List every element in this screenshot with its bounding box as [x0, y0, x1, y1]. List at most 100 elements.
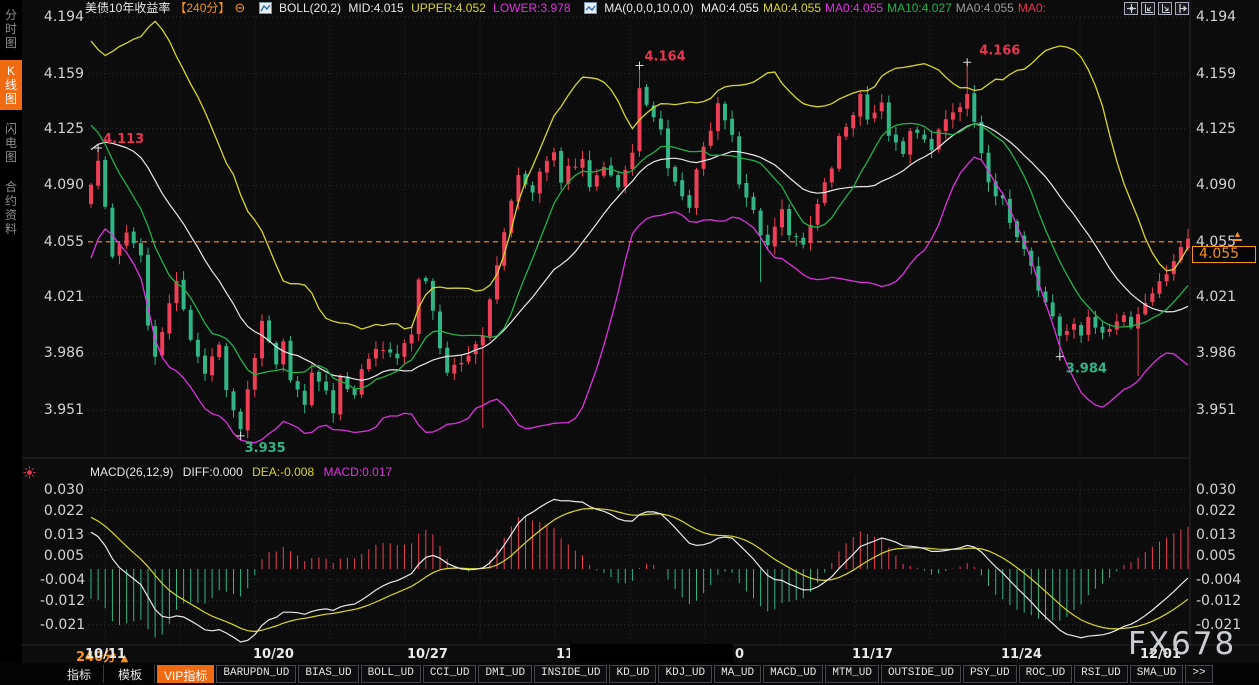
date-label: 11/24	[1001, 647, 1042, 662]
chart-toolbar	[1124, 2, 1189, 15]
macd-diff-value: DIFF:0.000	[183, 465, 243, 479]
tab-KDJ_UD[interactable]: KDJ_UD	[658, 665, 712, 683]
boll-name: BOLL(20,2)	[279, 1, 341, 15]
macd-header: MACD(26,12,9) DIFF:0.000 DEA:-0.008 MACD…	[90, 465, 398, 479]
axis-tick: 3.951	[40, 402, 84, 418]
shift-right-icon[interactable]	[1175, 2, 1189, 15]
axis-tick: 4.021	[1196, 289, 1236, 305]
tab-指标[interactable]: 指标	[55, 665, 104, 683]
sidebar-item-K线图[interactable]: K线图	[0, 60, 22, 110]
macd-dea-value: DEA:-0.008	[252, 465, 314, 479]
axis-tick: 4.055	[40, 234, 84, 250]
sidebar: 分时图 K线图闪电图合约资料	[0, 0, 22, 685]
collapse-icon[interactable]: ⊖	[234, 0, 245, 15]
svg-text:3.935: 3.935	[245, 441, 286, 456]
boll-lower-line	[91, 157, 1188, 443]
tab-模板[interactable]: 模板	[106, 665, 155, 683]
tab-VIP指标[interactable]: VIP指标	[157, 665, 214, 683]
svg-text:4.164: 4.164	[645, 50, 686, 65]
ma-name: MA(0,0,0,10,0,0)	[604, 1, 693, 15]
tab-BIAS_UD[interactable]: BIAS_UD	[298, 665, 358, 683]
axis-tick: 0.022	[40, 503, 84, 519]
svg-text:3.984: 3.984	[1066, 362, 1107, 377]
axis-tick: 3.986	[40, 345, 84, 361]
tab-MA_UD[interactable]: MA_UD	[714, 665, 761, 683]
axis-tick: 4.194	[40, 9, 84, 25]
candles	[89, 62, 1190, 438]
ma-value: MA10:4.027	[887, 1, 952, 15]
axis-tick: 4.090	[1196, 177, 1236, 193]
tab-CCI_UD[interactable]: CCI_UD	[423, 665, 477, 683]
tab-INSIDE_UD[interactable]: INSIDE_UD	[534, 665, 607, 683]
axis-tick: -0.004	[40, 572, 84, 588]
macd-name: MACD(26,12,9)	[90, 465, 173, 479]
tab-ROC_UD[interactable]: ROC_UD	[1019, 665, 1073, 683]
axis-tick: 0.013	[40, 527, 84, 543]
axis-tick: 4.090	[40, 177, 84, 193]
ma10-line	[91, 123, 1188, 389]
redaction-box	[570, 644, 733, 664]
trading-app-window: 4.113 3.935 4.164 4.166 3.984 美债10年收益率【240分】…	[0, 0, 1259, 685]
svg-text:4.166: 4.166	[979, 43, 1020, 58]
sidebar-item-合约资料[interactable]: 合约资料	[0, 176, 22, 240]
x-axis-row: 240分 ▲ 10/1110/2010/2711011/1711/2412/01	[0, 646, 1259, 663]
instrument-title: 美债10年收益率	[85, 1, 170, 15]
ma-value: MA0:4.055	[701, 1, 759, 15]
axis-tick: 0.022	[1196, 503, 1236, 519]
axis-tick: 4.159	[1196, 66, 1236, 82]
ma-value: MA0:	[1018, 1, 1046, 15]
watermark: FX678	[1128, 626, 1236, 662]
tab-BOLL_UD[interactable]: BOLL_UD	[361, 665, 421, 683]
axis-tick: -0.004	[1196, 572, 1241, 588]
svg-text:4.113: 4.113	[103, 132, 144, 147]
current-price-tag: 4.055	[1192, 246, 1256, 263]
red-dot-icon	[23, 466, 36, 484]
tab-SMA_UD[interactable]: SMA_UD	[1130, 665, 1184, 683]
macd-macd-value: MACD:0.017	[323, 465, 392, 479]
axis-tick: 4.194	[1196, 9, 1236, 25]
axis-tick: 0.030	[1196, 482, 1236, 498]
axis-tick: 0.013	[1196, 527, 1236, 543]
tab-PSY_UD[interactable]: PSY_UD	[963, 665, 1017, 683]
tab-KD_UD[interactable]: KD_UD	[609, 665, 656, 683]
chart-canvas[interactable]: 4.113 3.935 4.164 4.166 3.984	[0, 0, 1259, 685]
axis-tick: -0.021	[40, 617, 84, 633]
ma-values: MA0:4.055 MA0:4.055 MA0:4.055 MA10:4.027 MA0…	[701, 1, 1050, 15]
axis-tick: 0.005	[40, 548, 84, 564]
macd-dea-line	[91, 509, 1188, 632]
date-label: 10/27	[407, 647, 448, 662]
sidebar-item-分时图[interactable]: 分时图	[0, 4, 22, 54]
boll-lower: LOWER:3.978	[493, 1, 570, 15]
tab->>[interactable]: >>	[1185, 665, 1212, 683]
boll-upper: UPPER:4.052	[411, 1, 486, 15]
scale-axis-left-icon[interactable]	[1141, 2, 1155, 15]
tab-DMI_UD[interactable]: DMI_UD	[478, 665, 532, 683]
date-label: 10/11	[85, 647, 126, 662]
axis-tick: 4.021	[40, 289, 84, 305]
tab-MACD_UD[interactable]: MACD_UD	[763, 665, 823, 683]
boll-indicator-icon	[259, 2, 272, 18]
tab-MTM_UD[interactable]: MTM_UD	[825, 665, 879, 683]
axis-tick: 4.159	[40, 66, 84, 82]
sidebar-item-闪电图[interactable]: 闪电图	[0, 118, 22, 168]
ma-value: MA0:4.055	[825, 1, 883, 15]
price-marker-icon: ▲	[1233, 230, 1242, 241]
pan-icon[interactable]	[1124, 2, 1138, 15]
axis-tick: 4.125	[1196, 121, 1236, 137]
macd-diff-line	[91, 499, 1188, 642]
tab-BARUPDN_UD[interactable]: BARUPDN_UD	[216, 665, 296, 683]
axis-tick: 3.986	[1196, 345, 1236, 361]
ma-indicator-icon	[584, 2, 597, 18]
tab-OUTSIDE_UD[interactable]: OUTSIDE_UD	[881, 665, 961, 683]
ma-value: MA0:4.055	[763, 1, 821, 15]
tab-RSI_UD[interactable]: RSI_UD	[1074, 665, 1128, 683]
axis-tick: -0.012	[40, 593, 84, 609]
chart-header: 美债10年收益率【240分】⊖ BOLL(20,2) MID:4.015 UPP…	[85, 0, 1054, 16]
date-label: 10/20	[253, 647, 294, 662]
axis-tick: 4.125	[40, 121, 84, 137]
bottom-tab-bar: 指标模板VIP指标BARUPDN_UDBIAS_UDBOLL_UDCCI_UDD…	[0, 663, 1259, 685]
boll-mid: MID:4.015	[348, 1, 403, 15]
date-label: 11/17	[852, 647, 893, 662]
ma-value: MA0:4.055	[956, 1, 1014, 15]
scale-axis-right-icon[interactable]	[1158, 2, 1172, 15]
